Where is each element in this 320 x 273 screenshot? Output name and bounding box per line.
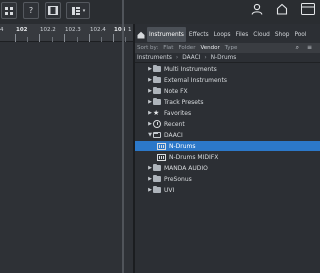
sort-flat[interactable]: Flat (163, 45, 173, 51)
tab-cloud[interactable]: Cloud (251, 27, 272, 42)
folder-icon (153, 185, 161, 193)
tree-item-presonus[interactable]: ▶ PreSonus (135, 174, 320, 184)
house-icon (276, 3, 288, 15)
tree-item-label: UVI (164, 186, 175, 194)
tab-instruments[interactable]: Instruments (147, 27, 186, 42)
browser-home-button[interactable] (135, 26, 147, 43)
folder-icon (153, 97, 161, 105)
tree-item-label: External Instruments (164, 76, 227, 84)
ruler-label: 102.2 (40, 27, 56, 33)
top-toolbar: ? ▾ (0, 0, 320, 24)
timeline-ruler[interactable]: 4 102 102.2 102.3 102.4 103 1 (0, 24, 133, 42)
ruler-label: 102 (16, 27, 28, 33)
instrument-icon (157, 142, 166, 150)
breadcrumb-separator-icon: › (204, 54, 207, 61)
tree-item-label: Note FX (164, 87, 188, 95)
ruler-label: 1 (128, 27, 132, 33)
tree-item-multi-instruments[interactable]: ▶ Multi Instruments (135, 64, 320, 74)
tab-effects[interactable]: Effects (187, 27, 211, 42)
tree-item-label: Multi Instruments (164, 65, 217, 73)
star-icon: ★ (153, 109, 160, 117)
browser-panel: Instruments Effects Loops Files Cloud Sh… (135, 24, 320, 273)
folder-icon (153, 64, 161, 72)
folder-icon (153, 86, 161, 94)
ruler-label: 4 (0, 27, 4, 33)
tree-item-label: DAACI (164, 131, 183, 139)
tree-item-track-presets[interactable]: ▶ Track Presets (135, 97, 320, 107)
folder-icon (153, 75, 161, 83)
breadcrumb-item[interactable]: DAACI (182, 55, 200, 61)
instrument-icon (157, 153, 166, 161)
arrange-timeline[interactable]: 4 102 102.2 102.3 102.4 103 1 (0, 24, 133, 273)
breadcrumb-separator-icon: › (175, 54, 179, 61)
tree-item-label: Recent (164, 120, 185, 128)
breadcrumb-item[interactable]: N-Drums (211, 55, 237, 61)
breadcrumb: Instruments › DAACI › N-Drums (135, 53, 320, 63)
tree-item-recent[interactable]: ▶ Recent (135, 119, 320, 129)
tree-item-label: MANDA AUDIO (164, 164, 208, 172)
ruler-label: 102.4 (90, 27, 106, 33)
folder-icon (153, 163, 161, 171)
tree-item-external-instruments[interactable]: ▶ External Instruments (135, 75, 320, 85)
tree-item-n-drums[interactable]: N-Drums (135, 141, 320, 151)
help-icon: ? (28, 6, 34, 15)
sort-bar: Sort by: Flat Folder Vendor Type ⌕ ≡ (135, 43, 320, 53)
help-button[interactable]: ? (23, 2, 39, 19)
chevron-down-icon: ▾ (82, 7, 86, 14)
grid-button[interactable] (1, 2, 17, 19)
tree-item-label: Track Presets (164, 98, 204, 106)
tree-item-n-drums-midifx[interactable]: N-Drums MIDIFX (135, 152, 320, 162)
tree-item-uvi[interactable]: ▶ UVI (135, 185, 320, 195)
sort-type[interactable]: Type (225, 45, 238, 51)
layout-dropdown-button[interactable]: ▾ (66, 2, 90, 19)
user-button[interactable] (251, 3, 263, 15)
panel-icon (301, 3, 315, 15)
folder-open-icon (153, 131, 161, 138)
tab-pool[interactable]: Pool (292, 27, 308, 42)
panel-toggle-button[interactable] (301, 3, 315, 15)
tab-shop[interactable]: Shop (273, 27, 292, 42)
clock-icon (153, 120, 161, 128)
tree-item-label: PreSonus (164, 175, 192, 183)
sort-label: Sort by: (137, 45, 159, 51)
user-icon (251, 3, 263, 15)
tab-loops[interactable]: Loops (212, 27, 233, 42)
tree-item-label: Favorites (164, 109, 192, 117)
search-icon[interactable]: ⌕ (296, 44, 299, 52)
breadcrumb-item[interactable]: Instruments (137, 55, 172, 61)
end-marker-line (122, 0, 124, 273)
grid-icon (5, 6, 13, 15)
layout-icon (71, 6, 80, 15)
sort-folder[interactable]: Folder (178, 45, 195, 51)
tree-item-note-fx[interactable]: ▶ Note FX (135, 86, 320, 96)
home-icon (137, 31, 145, 38)
film-icon (48, 6, 58, 15)
tree-item-label: N-Drums MIDIFX (169, 153, 219, 161)
tab-files[interactable]: Files (234, 27, 251, 42)
sort-vendor[interactable]: Vendor (200, 45, 219, 51)
list-view-icon[interactable]: ≡ (307, 44, 312, 52)
browser-tabs: Instruments Effects Loops Files Cloud Sh… (135, 26, 320, 43)
tree-item-daaci[interactable]: ▼ DAACI (135, 130, 320, 140)
home-button[interactable] (276, 3, 288, 15)
tree-item-label: N-Drums (169, 142, 196, 150)
video-button[interactable] (45, 2, 61, 19)
folder-icon (153, 174, 161, 182)
tree-item-favorites[interactable]: ▶ ★ Favorites (135, 108, 320, 118)
tree-item-manda-audio[interactable]: ▶ MANDA AUDIO (135, 163, 320, 173)
ruler-label: 102.3 (65, 27, 81, 33)
